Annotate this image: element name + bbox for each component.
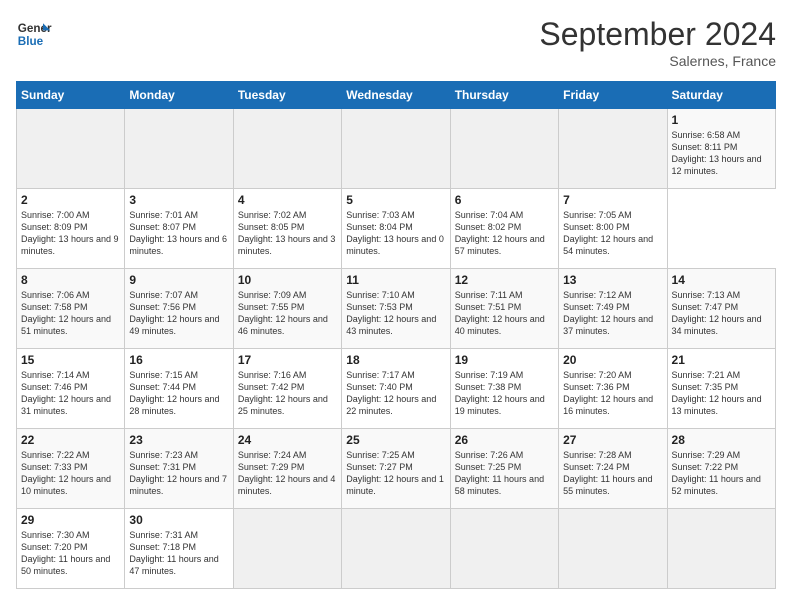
calendar-day-29: 29Sunrise: 7:30 AMSunset: 7:20 PMDayligh… <box>17 509 125 589</box>
header-friday: Friday <box>559 82 667 109</box>
header-wednesday: Wednesday <box>342 82 450 109</box>
empty-cell <box>450 109 558 189</box>
calendar-table: SundayMondayTuesdayWednesdayThursdayFrid… <box>16 81 776 589</box>
calendar-day-28: 28Sunrise: 7:29 AMSunset: 7:22 PMDayligh… <box>667 429 775 509</box>
header-tuesday: Tuesday <box>233 82 341 109</box>
calendar-day-30: 30Sunrise: 7:31 AMSunset: 7:18 PMDayligh… <box>125 509 233 589</box>
calendar-day-13: 13Sunrise: 7:12 AMSunset: 7:49 PMDayligh… <box>559 269 667 349</box>
empty-cell <box>17 109 125 189</box>
calendar-day-24: 24Sunrise: 7:24 AMSunset: 7:29 PMDayligh… <box>233 429 341 509</box>
calendar-day-22: 22Sunrise: 7:22 AMSunset: 7:33 PMDayligh… <box>17 429 125 509</box>
calendar-day-26: 26Sunrise: 7:26 AMSunset: 7:25 PMDayligh… <box>450 429 558 509</box>
calendar-week-row: 29Sunrise: 7:30 AMSunset: 7:20 PMDayligh… <box>17 509 776 589</box>
empty-cell <box>559 109 667 189</box>
calendar-day-16: 16Sunrise: 7:15 AMSunset: 7:44 PMDayligh… <box>125 349 233 429</box>
calendar-day-10: 10Sunrise: 7:09 AMSunset: 7:55 PMDayligh… <box>233 269 341 349</box>
calendar-day-12: 12Sunrise: 7:11 AMSunset: 7:51 PMDayligh… <box>450 269 558 349</box>
calendar-day-27: 27Sunrise: 7:28 AMSunset: 7:24 PMDayligh… <box>559 429 667 509</box>
calendar-day-21: 21Sunrise: 7:21 AMSunset: 7:35 PMDayligh… <box>667 349 775 429</box>
calendar-day-4: 4Sunrise: 7:02 AMSunset: 8:05 PMDaylight… <box>233 189 341 269</box>
header-sunday: Sunday <box>17 82 125 109</box>
calendar-day-7: 7Sunrise: 7:05 AMSunset: 8:00 PMDaylight… <box>559 189 667 269</box>
empty-cell <box>125 109 233 189</box>
calendar-day-9: 9Sunrise: 7:07 AMSunset: 7:56 PMDaylight… <box>125 269 233 349</box>
calendar-week-row: 15Sunrise: 7:14 AMSunset: 7:46 PMDayligh… <box>17 349 776 429</box>
logo-icon: General Blue <box>16 16 52 52</box>
empty-cell <box>559 509 667 589</box>
calendar-week-row: 1Sunrise: 6:58 AMSunset: 8:11 PMDaylight… <box>17 109 776 189</box>
calendar-day-14: 14Sunrise: 7:13 AMSunset: 7:47 PMDayligh… <box>667 269 775 349</box>
empty-cell <box>233 109 341 189</box>
calendar-week-row: 22Sunrise: 7:22 AMSunset: 7:33 PMDayligh… <box>17 429 776 509</box>
logo: General Blue <box>16 16 52 52</box>
calendar-day-8: 8Sunrise: 7:06 AMSunset: 7:58 PMDaylight… <box>17 269 125 349</box>
svg-text:Blue: Blue <box>18 35 44 48</box>
empty-cell <box>450 509 558 589</box>
calendar-day-20: 20Sunrise: 7:20 AMSunset: 7:36 PMDayligh… <box>559 349 667 429</box>
calendar-day-25: 25Sunrise: 7:25 AMSunset: 7:27 PMDayligh… <box>342 429 450 509</box>
location: Salernes, France <box>539 53 776 69</box>
calendar-day-3: 3Sunrise: 7:01 AMSunset: 8:07 PMDaylight… <box>125 189 233 269</box>
calendar-day-17: 17Sunrise: 7:16 AMSunset: 7:42 PMDayligh… <box>233 349 341 429</box>
page-header: General Blue September 2024 Salernes, Fr… <box>16 16 776 69</box>
calendar-day-23: 23Sunrise: 7:23 AMSunset: 7:31 PMDayligh… <box>125 429 233 509</box>
calendar-header-row: SundayMondayTuesdayWednesdayThursdayFrid… <box>17 82 776 109</box>
calendar-day-1: 1Sunrise: 6:58 AMSunset: 8:11 PMDaylight… <box>667 109 775 189</box>
calendar-week-row: 8Sunrise: 7:06 AMSunset: 7:58 PMDaylight… <box>17 269 776 349</box>
calendar-week-row: 2Sunrise: 7:00 AMSunset: 8:09 PMDaylight… <box>17 189 776 269</box>
empty-cell <box>233 509 341 589</box>
title-block: September 2024 Salernes, France <box>539 16 776 69</box>
header-saturday: Saturday <box>667 82 775 109</box>
empty-cell <box>667 509 775 589</box>
calendar-day-5: 5Sunrise: 7:03 AMSunset: 8:04 PMDaylight… <box>342 189 450 269</box>
calendar-day-19: 19Sunrise: 7:19 AMSunset: 7:38 PMDayligh… <box>450 349 558 429</box>
calendar-day-6: 6Sunrise: 7:04 AMSunset: 8:02 PMDaylight… <box>450 189 558 269</box>
calendar-day-15: 15Sunrise: 7:14 AMSunset: 7:46 PMDayligh… <box>17 349 125 429</box>
header-thursday: Thursday <box>450 82 558 109</box>
calendar-day-2: 2Sunrise: 7:00 AMSunset: 8:09 PMDaylight… <box>17 189 125 269</box>
empty-cell <box>342 109 450 189</box>
calendar-day-18: 18Sunrise: 7:17 AMSunset: 7:40 PMDayligh… <box>342 349 450 429</box>
header-monday: Monday <box>125 82 233 109</box>
empty-cell <box>342 509 450 589</box>
month-title: September 2024 <box>539 16 776 53</box>
calendar-day-11: 11Sunrise: 7:10 AMSunset: 7:53 PMDayligh… <box>342 269 450 349</box>
